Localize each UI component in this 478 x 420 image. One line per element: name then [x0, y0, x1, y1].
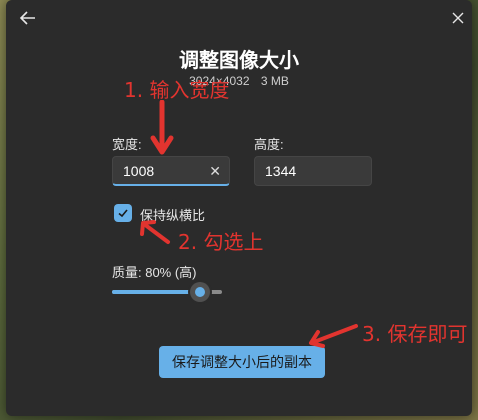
dialog-title: 调整图像大小: [179, 50, 299, 72]
back-button[interactable]: [14, 4, 42, 32]
keep-ratio-checkbox[interactable]: [114, 204, 132, 222]
annotation-step1: 1. 输入宽度: [124, 78, 230, 102]
width-input[interactable]: 1008 ✕: [112, 156, 230, 186]
arrow-upleft-annotation-icon: [140, 220, 170, 244]
quality-label: 质量: 80% (高): [112, 265, 197, 280]
image-meta: 3024×4032 3 MB: [6, 74, 472, 88]
check-icon: [118, 209, 128, 218]
arrow-left-icon: [19, 11, 35, 25]
slider-thumb-center: [195, 287, 205, 297]
height-input[interactable]: 1344: [254, 156, 372, 186]
width-label: 宽度:: [112, 137, 142, 152]
annotation-step3: 3. 保存即可: [362, 322, 468, 346]
save-resized-copy-button[interactable]: 保存调整大小后的副本: [159, 346, 325, 378]
annotation-step2: 2. 勾选上: [178, 230, 264, 254]
close-icon: [452, 12, 464, 24]
height-label: 高度:: [254, 137, 284, 152]
width-value: 1008: [123, 163, 155, 179]
slider-fill: [112, 290, 200, 294]
resize-dialog: 调整图像大小 3024×4032 3 MB 宽度: 1008 ✕ 高度: 134…: [6, 0, 472, 416]
slider-thumb[interactable]: [190, 282, 210, 302]
height-value: 1344: [265, 163, 297, 179]
clear-icon[interactable]: ✕: [209, 163, 221, 180]
arrow-downleft-annotation-icon: [309, 324, 358, 348]
file-size: 3 MB: [260, 74, 289, 88]
close-button[interactable]: [444, 4, 472, 32]
arrow-down-annotation-icon: [150, 100, 174, 155]
